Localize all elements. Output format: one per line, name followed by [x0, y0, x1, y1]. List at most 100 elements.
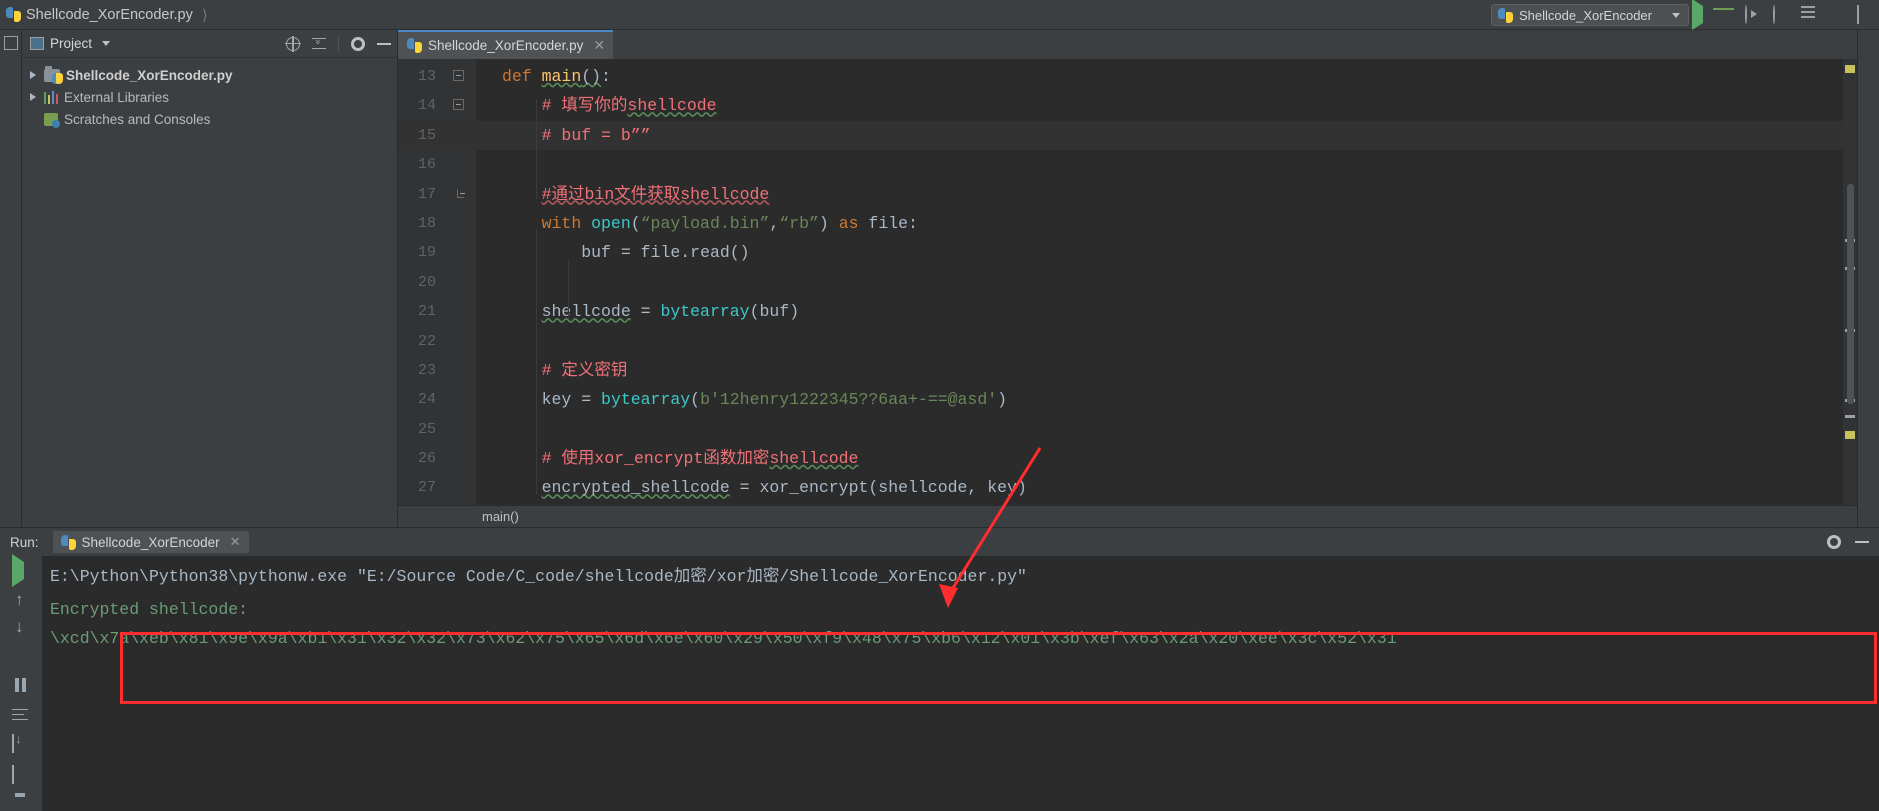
title-bar: Shellcode_XorEncoder.py ⟩ Shellcode_XorE… — [0, 0, 1879, 30]
project-panel: Project Shellcode_XorEncoder.py — [22, 30, 398, 527]
project-view-icon — [30, 37, 44, 50]
close-icon[interactable]: ✕ — [593, 37, 605, 54]
expand-arrow-icon[interactable] — [30, 71, 36, 79]
toolbar-divider — [338, 36, 339, 52]
tree-item-label: External Libraries — [64, 90, 169, 105]
pycharm-window: Shellcode_XorEncoder.py ⟩ Shellcode_XorE… — [0, 0, 1879, 811]
code-line: # 使用xor_encrypt函数加密shellcode — [476, 444, 1843, 473]
scroll-from-source-icon[interactable] — [286, 37, 300, 51]
run-tab[interactable]: Shellcode_XorEncoder ✕ — [53, 531, 249, 553]
fold-marker-icon[interactable] — [453, 99, 464, 110]
console-output[interactable]: E:\Python\Python38\pythonw.exe "E:/Sourc… — [42, 556, 1879, 811]
run-toolbar — [1689, 2, 1875, 28]
fold-marker-icon[interactable] — [453, 70, 464, 81]
editor-marker-strip[interactable] — [1843, 59, 1857, 505]
console-output-hex: \xcd\x7a\xeb\x81\x9e\x9a\xb1\x31\x32\x32… — [50, 624, 1879, 653]
layout-icon[interactable] — [1857, 6, 1875, 24]
down-arrow-icon[interactable] — [12, 620, 30, 634]
code-line: def main(): — [476, 62, 1843, 91]
run-configuration-label: Shellcode_XorEncoder — [1519, 8, 1652, 23]
project-view-chevron-down-icon[interactable] — [102, 41, 110, 46]
tree-item-scratches[interactable]: Scratches and Consoles — [22, 108, 397, 130]
run-panel-label: Run: — [10, 535, 39, 550]
marker-warning — [1845, 65, 1855, 73]
pause-icon[interactable] — [12, 678, 30, 696]
main-area: Project Shellcode_XorEncoder.py — [0, 30, 1879, 527]
editor-body: 13 14 15 16 17 18 19 20 21 22 23 24 25 2… — [398, 59, 1857, 505]
code-line — [476, 150, 1843, 179]
expand-arrow-icon[interactable] — [30, 93, 36, 101]
run-panel-body: E:\Python\Python38\pythonw.exe "E:/Sourc… — [0, 556, 1879, 811]
breadcrumb-separator-icon: ⟩ — [202, 6, 208, 24]
line-number: 20 — [398, 268, 476, 297]
right-tool-strip — [1857, 30, 1879, 527]
editor-gutter[interactable]: 13 14 15 16 17 18 19 20 21 22 23 24 25 2… — [398, 59, 476, 505]
line-number: 13 — [398, 62, 476, 91]
code-line — [476, 268, 1843, 297]
line-number: 21 — [398, 297, 476, 326]
code-line: # 填写你的shellcode — [476, 91, 1843, 120]
collapse-all-icon[interactable] — [312, 38, 326, 50]
line-number: 25 — [398, 415, 476, 444]
run-panel-side-toolbar — [0, 556, 42, 811]
fold-marker-icon[interactable] — [457, 189, 464, 198]
tab-label: Shellcode_XorEncoder.py — [428, 38, 583, 53]
profile-icon[interactable] — [1773, 6, 1791, 24]
line-number: 22 — [398, 327, 476, 356]
line-number: 14 — [398, 91, 476, 120]
marker-warning — [1845, 431, 1855, 439]
stop-icon[interactable] — [1829, 6, 1847, 24]
gear-icon[interactable] — [1827, 535, 1841, 549]
folder-python-icon — [44, 69, 60, 82]
soft-wrap-icon[interactable] — [12, 709, 30, 723]
tree-item-label: Scratches and Consoles — [64, 112, 210, 127]
line-number: 15 — [398, 121, 476, 150]
line-number: 27 — [398, 473, 476, 502]
project-tree: Shellcode_XorEncoder.py External Librari… — [22, 58, 397, 130]
run-step-icon[interactable] — [1801, 6, 1819, 24]
breadcrumb-bottom-label: main() — [482, 509, 519, 524]
run-icon[interactable] — [1689, 6, 1707, 24]
tree-item-external-libraries[interactable]: External Libraries — [22, 86, 397, 108]
run-configuration-selector[interactable]: Shellcode_XorEncoder — [1491, 4, 1689, 26]
rerun-icon[interactable] — [12, 562, 30, 580]
minimize-icon[interactable] — [1855, 541, 1869, 543]
stop-icon[interactable] — [12, 647, 30, 665]
marker-warning — [1845, 415, 1855, 418]
code-line — [476, 327, 1843, 356]
gear-icon[interactable] — [351, 37, 365, 51]
debug-icon[interactable] — [1717, 6, 1735, 24]
up-arrow-icon[interactable] — [12, 593, 30, 607]
code-line: key = bytearray(b'12henry1222345??6aa+-=… — [476, 385, 1843, 414]
line-number: 19 — [398, 238, 476, 267]
scratches-icon — [44, 113, 58, 126]
run-with-coverage-icon[interactable] — [1745, 6, 1763, 24]
line-number: 23 — [398, 356, 476, 385]
console-output-header: Encrypted shellcode: — [50, 595, 1879, 624]
editor-tab-bar: Shellcode_XorEncoder.py ✕ — [398, 30, 1857, 59]
run-panel-header: Run: Shellcode_XorEncoder ✕ — [0, 528, 1879, 556]
python-file-icon — [407, 38, 422, 53]
tab-shellcode-xorencoder[interactable]: Shellcode_XorEncoder.py ✕ — [398, 30, 613, 59]
indent-guide — [536, 229, 537, 494]
close-icon[interactable]: ✕ — [230, 534, 241, 550]
line-number: 24 — [398, 385, 476, 414]
indent-guide — [536, 99, 537, 199]
print-icon[interactable] — [12, 797, 30, 811]
line-number: 26 — [398, 444, 476, 473]
scroll-to-end-icon[interactable] — [12, 735, 30, 753]
left-tool-strip — [0, 30, 22, 527]
project-tool-icon[interactable] — [4, 36, 18, 50]
breadcrumb[interactable]: Shellcode_XorEncoder.py ⟩ — [0, 6, 208, 24]
libraries-icon — [44, 91, 58, 104]
code-area[interactable]: def main(): # 填写你的shellcode # buf = b”” … — [476, 59, 1843, 505]
code-line: # 定义密钥 — [476, 356, 1843, 385]
minimize-icon[interactable] — [377, 43, 391, 45]
editor-scrollbar-thumb[interactable] — [1847, 184, 1854, 404]
line-number: 17 — [398, 180, 476, 209]
console-layout-icon[interactable] — [12, 766, 30, 784]
run-panel: Run: Shellcode_XorEncoder ✕ — [0, 527, 1879, 811]
project-panel-header: Project — [22, 30, 397, 58]
tree-item-project-root[interactable]: Shellcode_XorEncoder.py — [22, 64, 397, 86]
python-file-icon — [6, 7, 21, 22]
